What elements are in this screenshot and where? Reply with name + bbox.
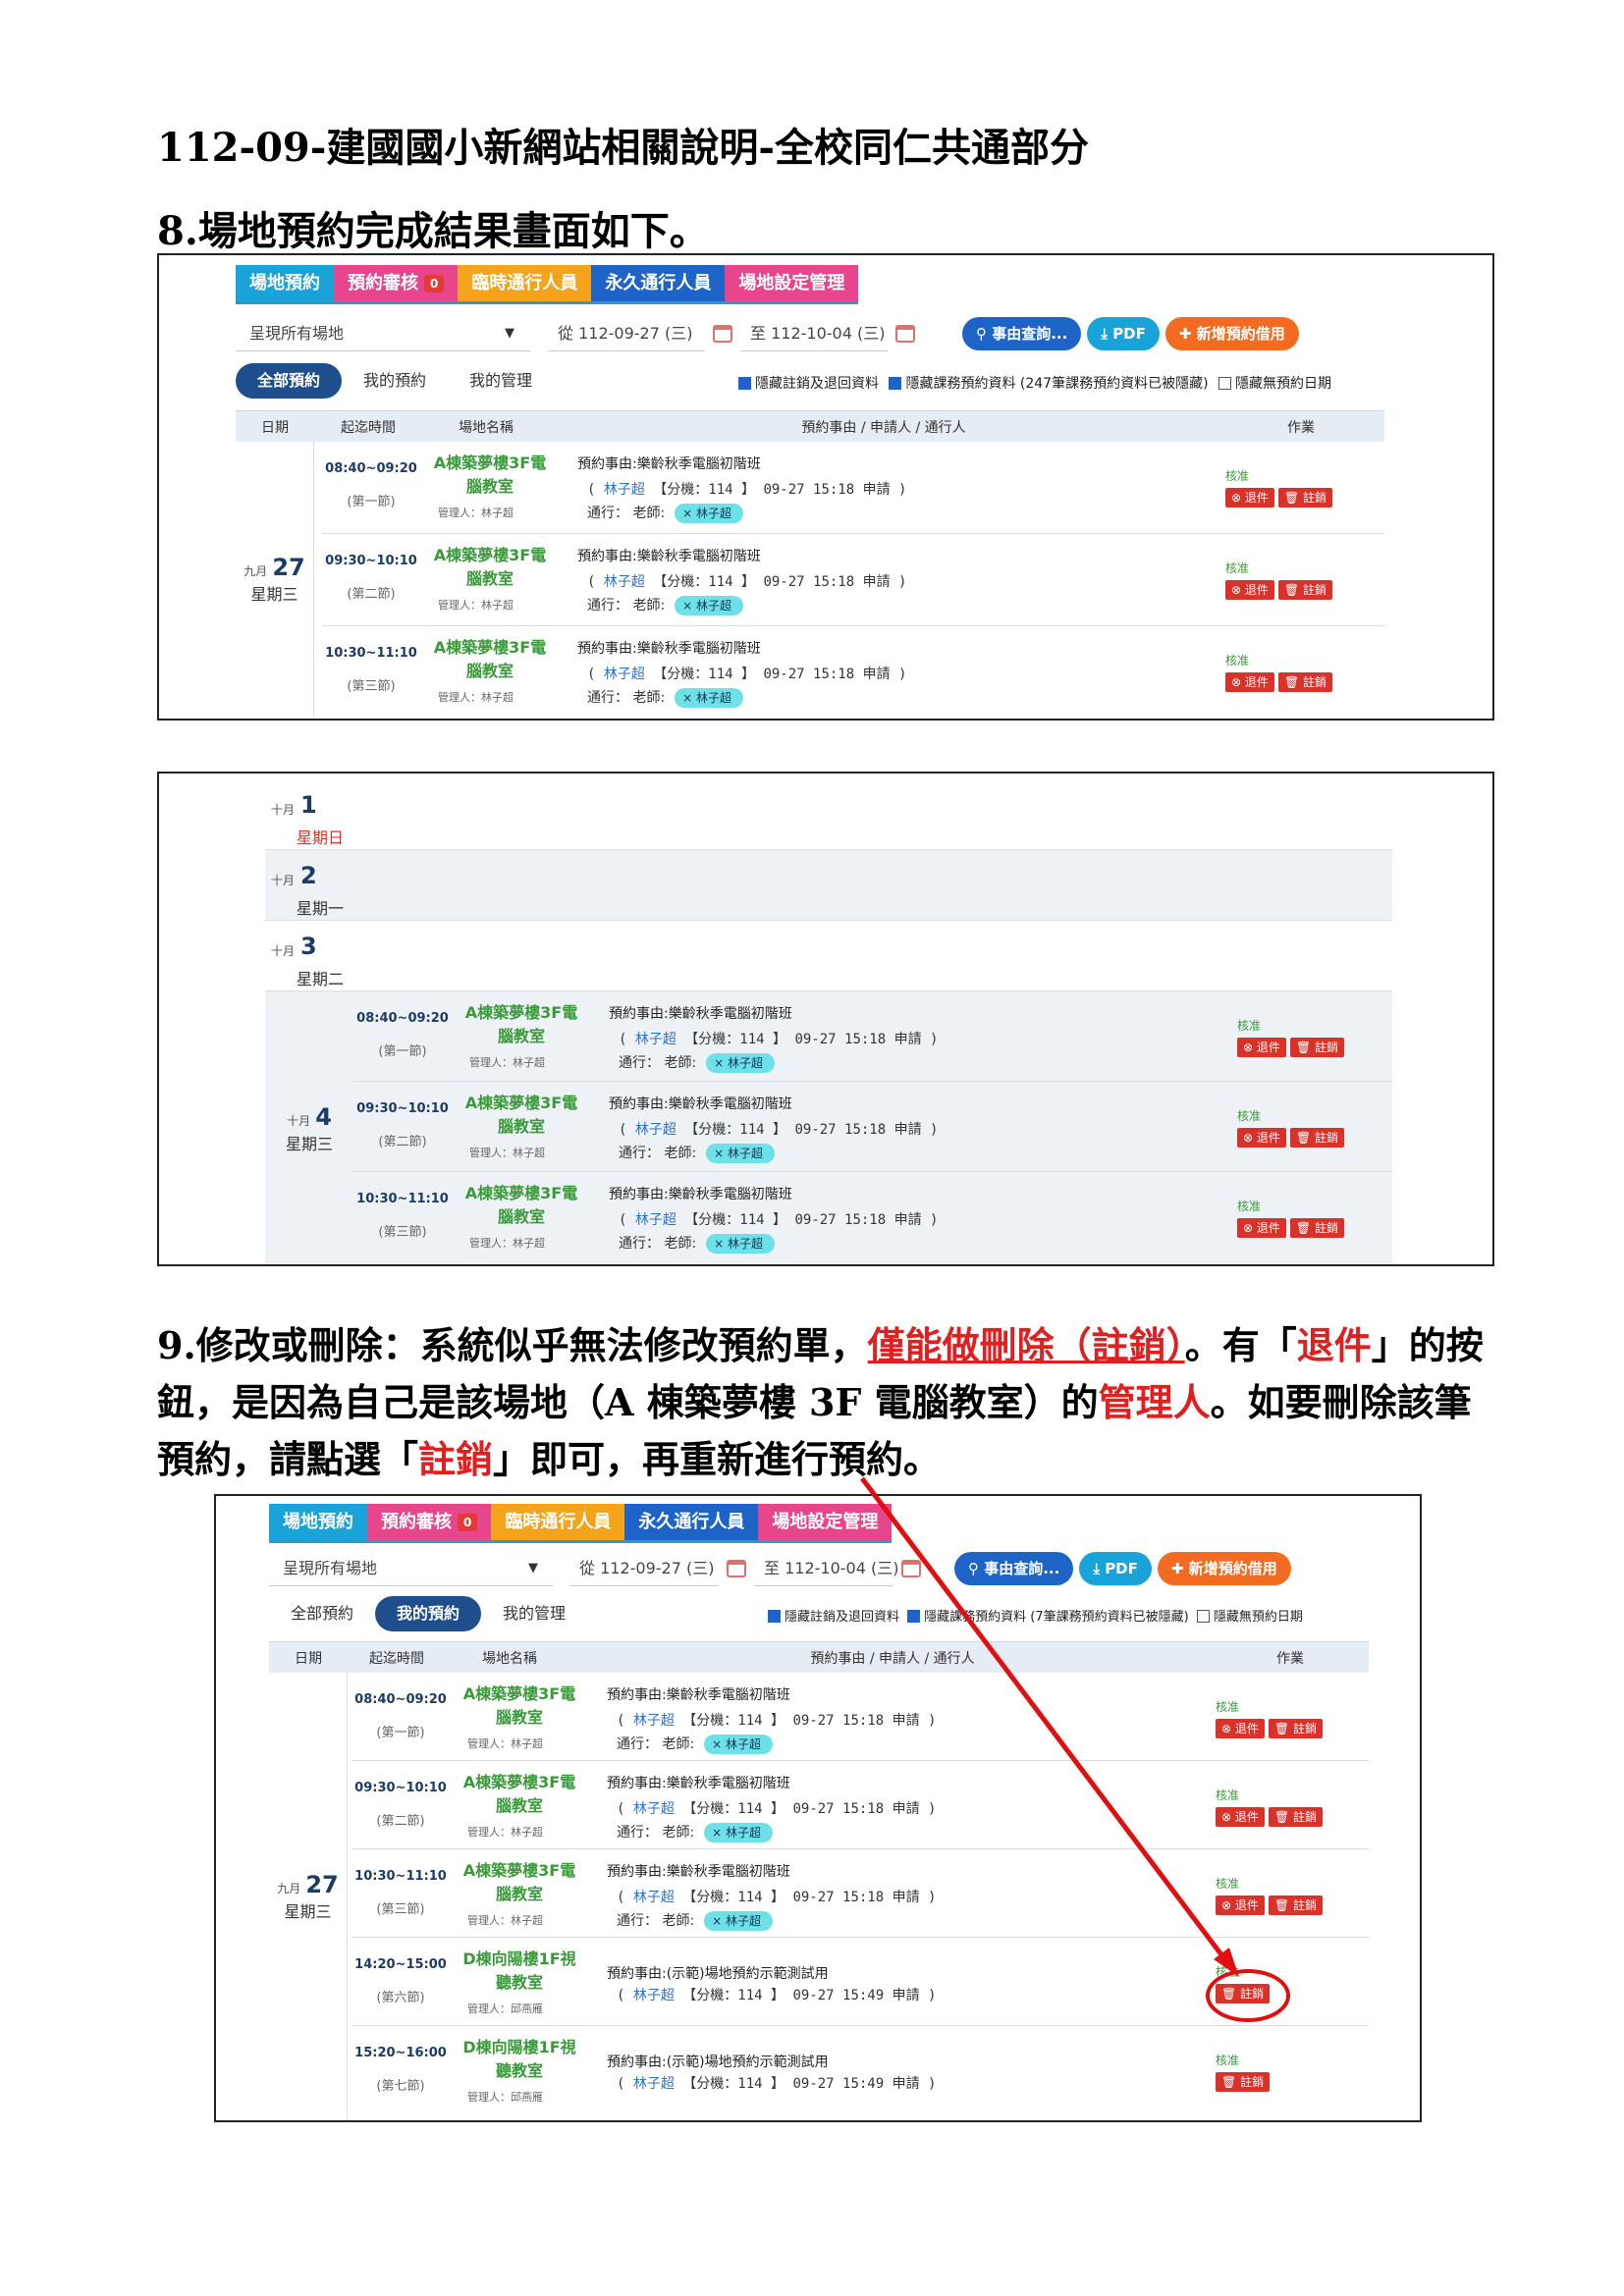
arrow-line: [860, 1476, 1231, 1967]
annotation-arrow: [860, 1476, 1239, 1977]
